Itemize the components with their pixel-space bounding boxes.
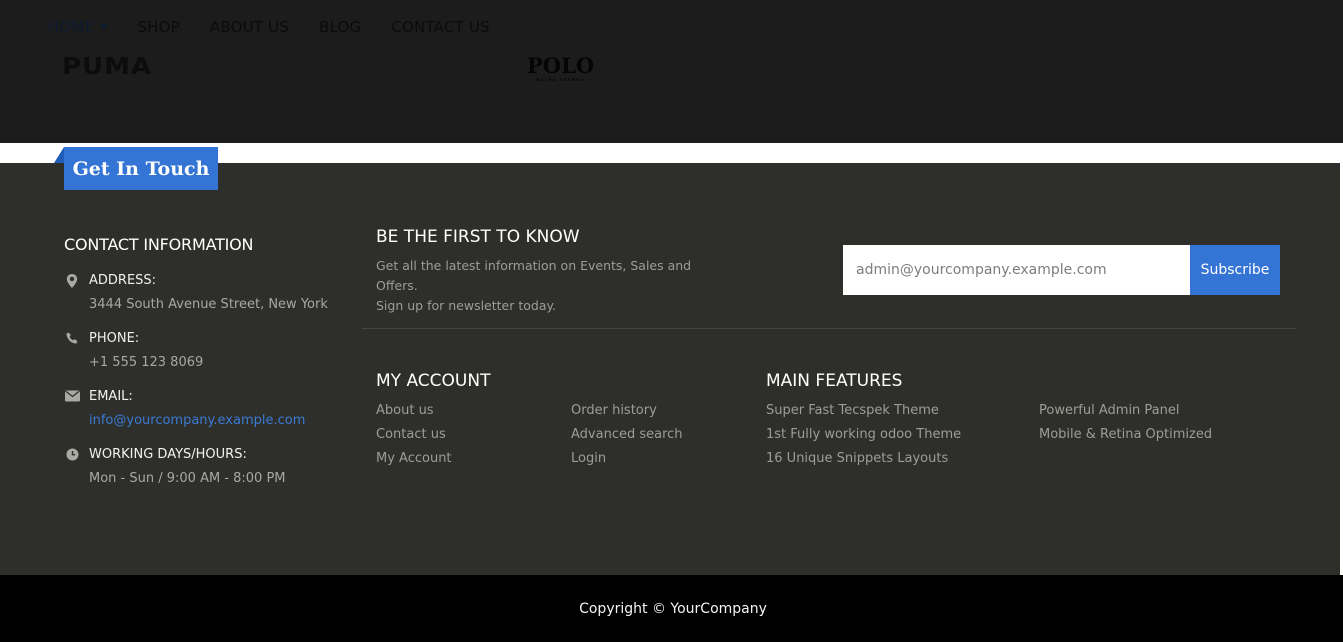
- newsletter-line-1: Get all the latest information on Events…: [376, 258, 692, 293]
- chevron-down-icon: ▼: [100, 22, 108, 33]
- feature-admin-panel[interactable]: Powerful Admin Panel: [1039, 402, 1180, 420]
- feature-odoo-theme[interactable]: 1st Fully working odoo Theme: [766, 426, 961, 444]
- phone-label: PHONE:: [89, 331, 140, 346]
- nav-blog[interactable]: BLOG: [319, 17, 361, 38]
- nav-home-label: HOME: [48, 18, 95, 36]
- get-in-touch-tab: Get In Touch: [64, 147, 218, 190]
- copyright-bar: Copyright © YourCompany: [0, 575, 1343, 642]
- main-nav: HOME ▼ SHOP ABOUT US BLOG CONTACT US: [48, 17, 520, 38]
- polo-logo-sub: RALPH LAUREN: [536, 77, 585, 82]
- link-my-account[interactable]: My Account: [376, 450, 452, 468]
- newsletter-email-input[interactable]: [843, 245, 1190, 295]
- newsletter-line-2: Sign up for newsletter today.: [376, 298, 557, 313]
- clock-icon: [64, 448, 80, 462]
- newsletter-text: Get all the latest information on Events…: [376, 256, 736, 316]
- footer-divider: [362, 328, 1296, 329]
- my-account-title: MY ACCOUNT: [376, 371, 491, 391]
- envelope-icon: [64, 390, 80, 404]
- newsletter-title: BE THE FIRST TO KNOW: [376, 227, 580, 247]
- hours-label: WORKING DAYS/HOURS:: [89, 447, 247, 462]
- puma-logo: PUMA: [62, 53, 153, 81]
- email-label: EMAIL:: [89, 389, 133, 404]
- link-login[interactable]: Login: [571, 450, 606, 468]
- nav-home[interactable]: HOME ▼: [48, 17, 107, 38]
- feature-mobile-retina[interactable]: Mobile & Retina Optimized: [1039, 426, 1212, 444]
- polo-logo-main: POLO: [527, 53, 595, 78]
- phone-value: +1 555 123 8069: [89, 355, 204, 370]
- nav-contact-us[interactable]: CONTACT US: [391, 17, 489, 38]
- contact-title: CONTACT INFORMATION: [64, 235, 254, 254]
- map-marker-icon: [64, 274, 80, 288]
- subscribe-button[interactable]: Subscribe: [1190, 245, 1280, 295]
- feature-snippets[interactable]: 16 Unique Snippets Layouts: [766, 450, 948, 468]
- hours-value: Mon - Sun / 9:00 AM - 8:00 PM: [89, 471, 286, 486]
- tab-fold: [54, 147, 64, 163]
- phone-icon: [64, 332, 80, 346]
- feature-super-fast[interactable]: Super Fast Tecspek Theme: [766, 402, 939, 420]
- link-advanced-search[interactable]: Advanced search: [571, 426, 683, 444]
- contact-information: CONTACT INFORMATION ADDRESS: 3444 South …: [64, 234, 344, 486]
- link-contact-us[interactable]: Contact us: [376, 426, 446, 444]
- nav-shop[interactable]: SHOP: [137, 17, 179, 38]
- address-value: 3444 South Avenue Street, New York: [89, 297, 328, 312]
- link-order-history[interactable]: Order history: [571, 402, 657, 420]
- address-label: ADDRESS:: [89, 273, 157, 288]
- polo-logo: POLO RALPH LAUREN: [527, 53, 595, 83]
- email-link[interactable]: info@yourcompany.example.com: [89, 412, 305, 430]
- link-about-us[interactable]: About us: [376, 402, 434, 420]
- copyright-text: Copyright © YourCompany: [579, 600, 767, 617]
- main-features-title: MAIN FEATURES: [766, 371, 903, 391]
- nav-about-us[interactable]: ABOUT US: [210, 17, 289, 38]
